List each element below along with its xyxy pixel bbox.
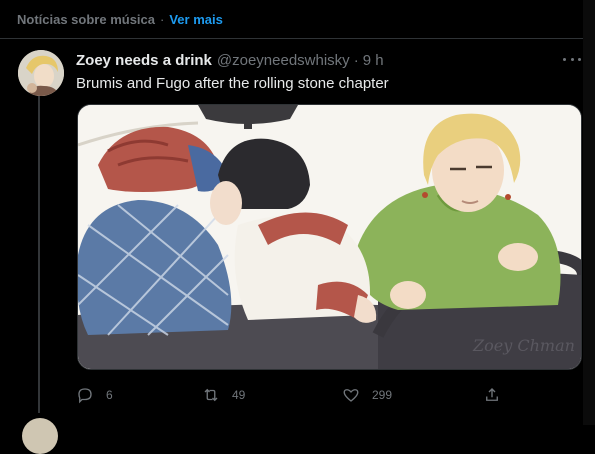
avatar[interactable]	[18, 50, 64, 96]
user-handle[interactable]: @zoeyneedswhisky	[217, 52, 350, 69]
header-dot: ·	[353, 52, 359, 69]
retweet-button[interactable]: 49	[202, 384, 245, 406]
tweet-text: Brumis and Fugo after the rolling stone …	[76, 75, 389, 92]
see-more-link[interactable]: Ver mais	[169, 12, 223, 27]
share-button[interactable]	[483, 384, 501, 406]
illustration: Zoey Chman	[78, 105, 581, 369]
scrollbar[interactable]	[583, 0, 595, 425]
timestamp[interactable]: 9 h	[363, 52, 384, 69]
like-count: 299	[372, 388, 393, 402]
trends-header: Notícias sobre música · Ver mais	[0, 0, 595, 38]
header-separator: ·	[160, 11, 165, 27]
reply-count: 6	[106, 388, 113, 402]
tweet-actions: 6 49 299	[76, 384, 506, 406]
tweet-header: Zoey needs a drink @zoeyneedswhisky · 9 …	[76, 52, 384, 70]
display-name[interactable]: Zoey needs a drink	[76, 52, 212, 69]
reply-button[interactable]: 6	[76, 384, 113, 406]
tweet-media-image[interactable]: Zoey Chman	[77, 104, 582, 370]
retweet-icon	[204, 388, 218, 402]
more-horizontal-icon[interactable]	[563, 52, 581, 66]
heart-icon	[343, 389, 359, 402]
retweet-count: 49	[232, 388, 246, 402]
share-icon	[486, 388, 498, 401]
artist-signature: Zoey Chman	[472, 336, 575, 355]
avatar-image	[18, 50, 64, 96]
header-divider	[0, 38, 583, 39]
like-button[interactable]: 299	[342, 384, 392, 406]
thread-line	[38, 96, 40, 413]
next-tweet-avatar[interactable]	[22, 418, 58, 454]
section-title: Notícias sobre música	[17, 11, 155, 27]
reply-icon	[78, 388, 92, 404]
